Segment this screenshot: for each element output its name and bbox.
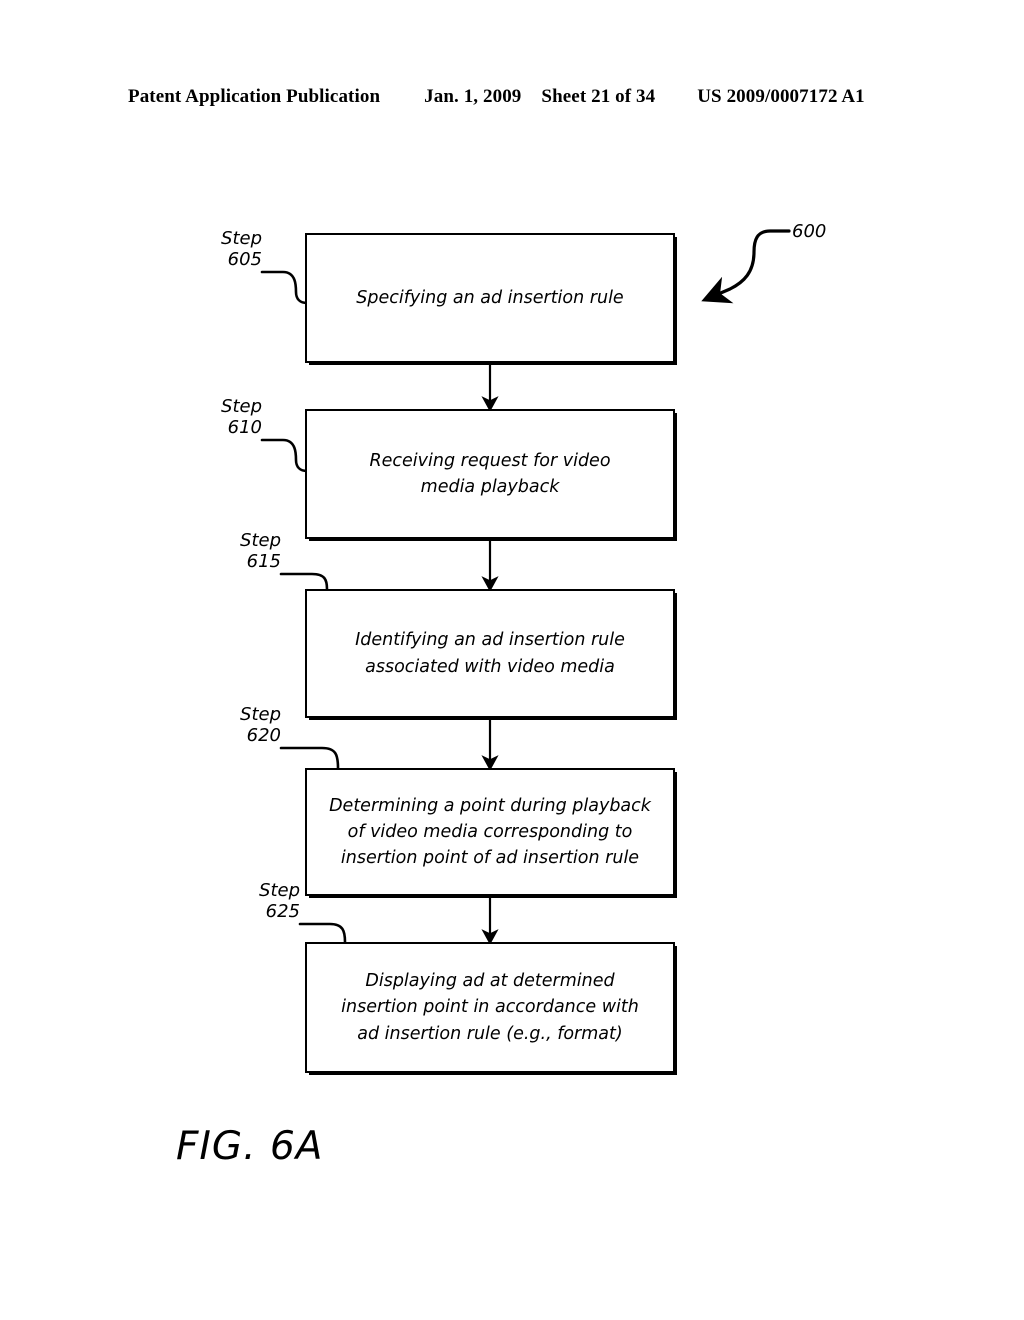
leader-line-ref-600 [701,229,791,304]
process-box-text-610: Receiving request for video media playba… [369,450,611,497]
process-box-step-625: Displaying ad at determined insertion po… [305,942,675,1073]
leader-line-step-615 [279,572,329,591]
flowchart-diagram: Step 605 Step 610 Step 615 Step 620 Step… [0,0,1024,1320]
leader-line-step-605 [260,270,309,305]
process-box-step-615: Identifying an ad insertion rule associa… [305,589,675,718]
step-label-620: Step 620 [240,704,281,747]
reference-numeral-600: 600 [792,221,827,242]
step-label-605: Step 605 [221,228,262,271]
process-box-step-620: Determining a point during playback of v… [305,768,675,896]
step-label-625: Step 625 [259,880,300,923]
process-box-text-625: Displaying ad at determined insertion po… [341,971,639,1044]
figure-caption: FIG. 6A [176,1124,324,1169]
leader-line-step-610 [260,438,309,473]
leader-line-step-620 [279,746,340,770]
process-box-text-605: Specifying an ad insertion rule [356,287,624,308]
step-label-610: Step 610 [221,396,262,439]
process-box-step-605: Specifying an ad insertion rule [305,233,675,363]
process-box-step-610: Receiving request for video media playba… [305,409,675,539]
step-label-615: Step 615 [240,530,281,573]
process-box-text-620: Determining a point during playback of v… [329,795,651,869]
leader-line-step-625 [298,922,347,944]
process-box-text-615: Identifying an ad insertion rule associa… [355,630,625,677]
